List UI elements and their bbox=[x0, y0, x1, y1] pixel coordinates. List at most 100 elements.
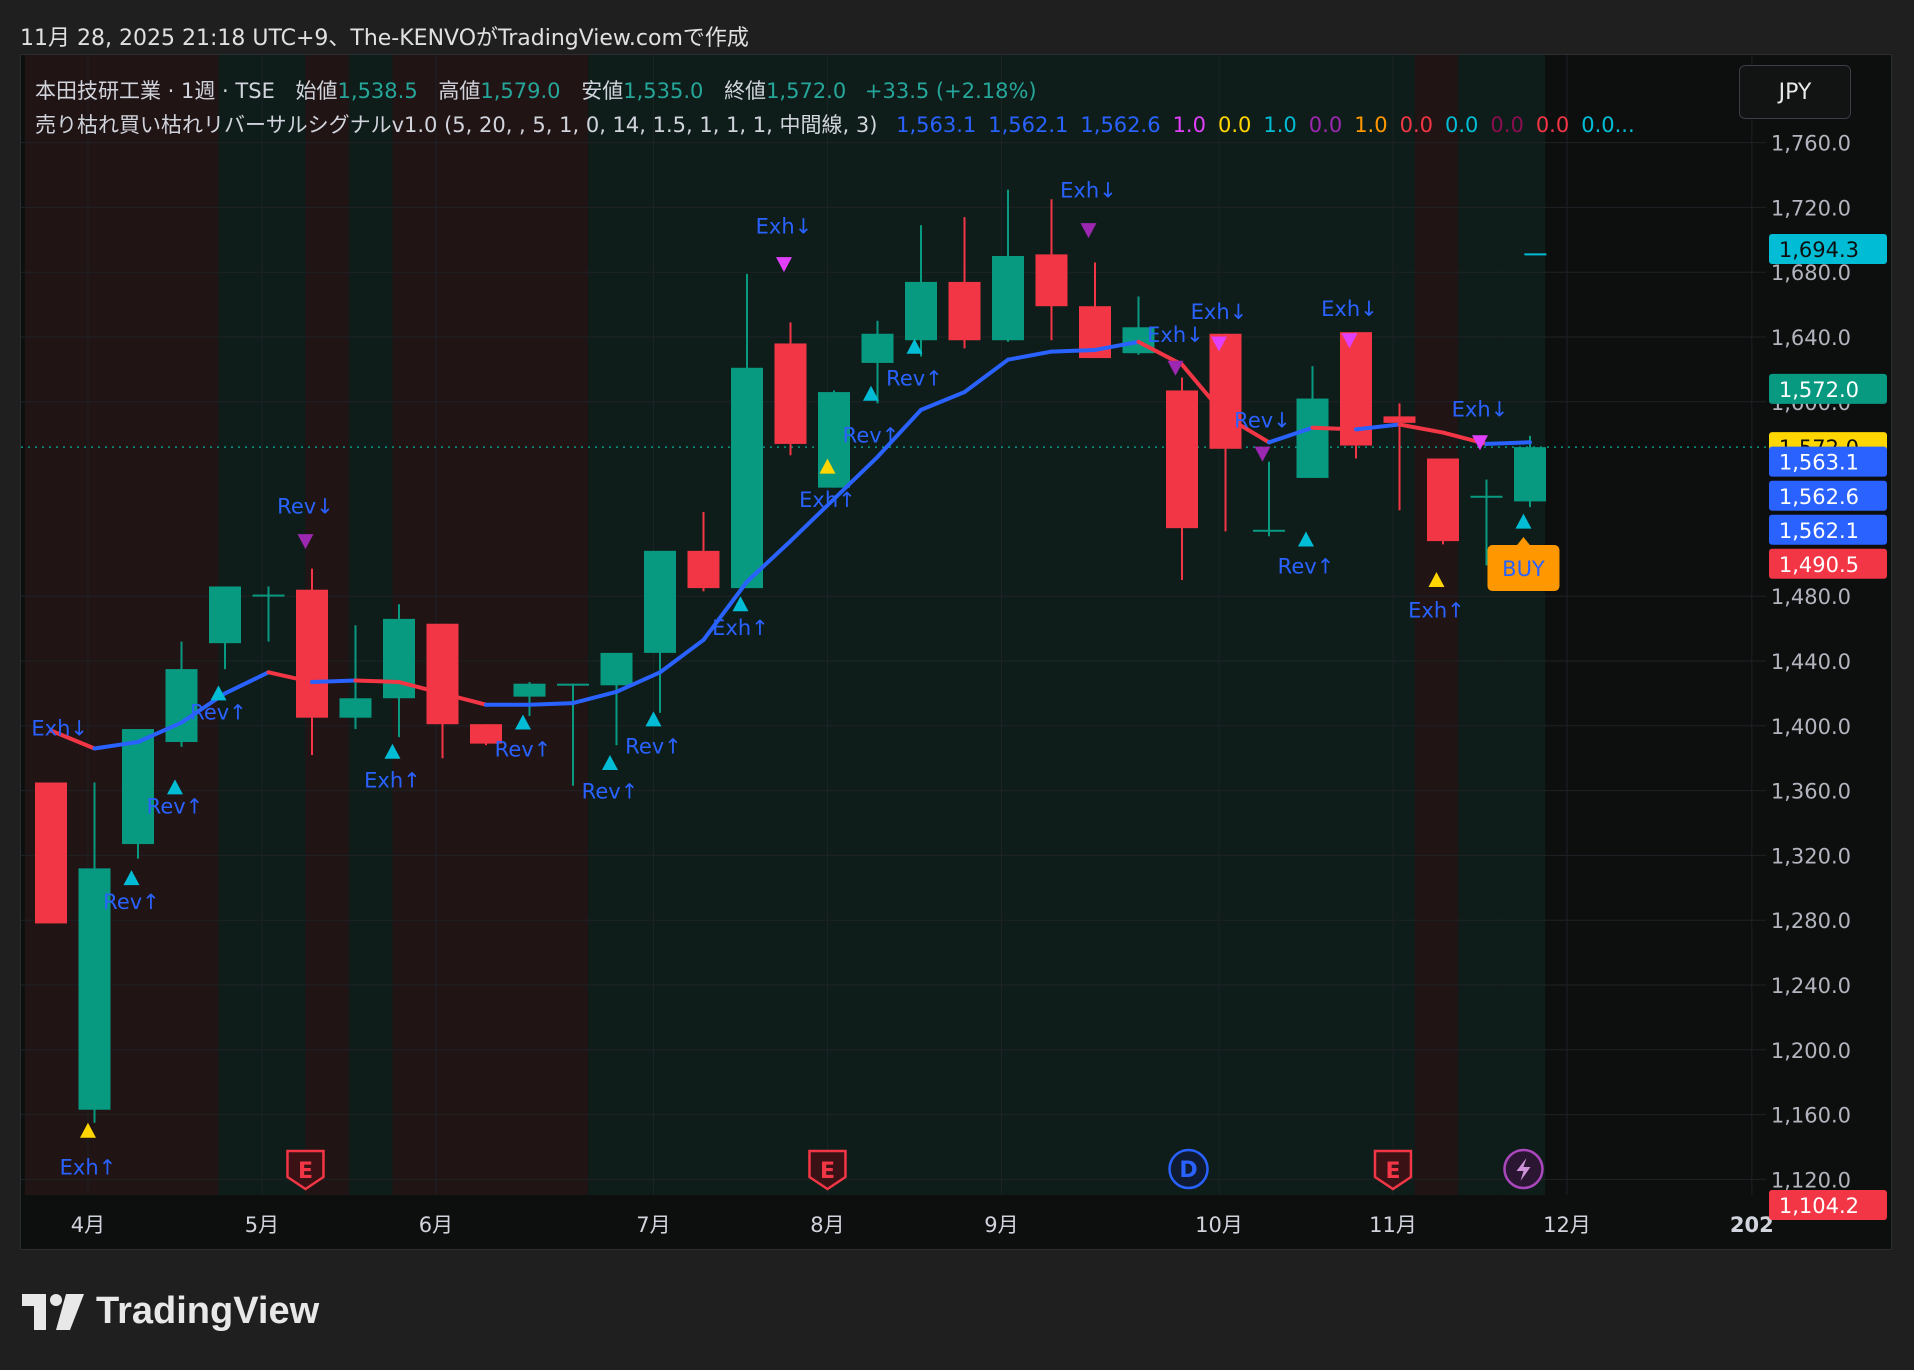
signal-label: Rev↑ bbox=[103, 890, 160, 914]
y-tick-label: 1,240.0 bbox=[1771, 974, 1851, 998]
indicator-value: 1.0 bbox=[1172, 113, 1206, 137]
legend-ohlc: 本田技研工業 · 1週 · TSE 始値1,538.5 高値1,579.0 安値… bbox=[35, 75, 1037, 105]
legend-change: +33.5 (+2.18%) bbox=[864, 79, 1037, 103]
tradingview-logo: TradingView bbox=[22, 1290, 319, 1333]
y-tick-label: 1,160.0 bbox=[1771, 1104, 1851, 1128]
y-tick-label: 1,760.0 bbox=[1771, 132, 1851, 156]
chart-frame[interactable]: Exh↓ Exh↑ Rev↑ Rev↑ Rev↑ Rev↓ Exh↑ Rev↑ Rev↑ Rev↑… bbox=[20, 54, 1892, 1250]
indicator-value: 1,562.1 bbox=[988, 113, 1069, 137]
signal-label: Exh↓ bbox=[1060, 179, 1117, 203]
legend-high-label: 高値 bbox=[438, 79, 481, 103]
x-tick-label: 5月 bbox=[245, 1213, 279, 1237]
x-tick-label: 10月 bbox=[1195, 1213, 1243, 1237]
indicator-value: 0.0 bbox=[1217, 113, 1252, 137]
ma-segment bbox=[1049, 347, 1097, 354]
x-tick-label: 12月 bbox=[1543, 1213, 1591, 1237]
signal-label: Rev↓ bbox=[1234, 409, 1291, 433]
indicator-value: 0.0... bbox=[1581, 113, 1635, 137]
y-tick-label: 1,440.0 bbox=[1771, 650, 1851, 674]
signal-label: Exh↓ bbox=[31, 717, 88, 741]
earnings-event-letter: E bbox=[298, 1159, 313, 1184]
signal-label: Exh↑ bbox=[712, 616, 769, 640]
signal-label: Rev↑ bbox=[886, 367, 943, 391]
candle-body bbox=[1035, 254, 1068, 307]
indicator-value: 0.0 bbox=[1445, 113, 1479, 137]
candle-body bbox=[557, 683, 589, 686]
legend-indicator[interactable]: 売り枯れ買い枯れリバーサルシグナルv1.0 (5, 20, , 5, 1, 0,… bbox=[35, 109, 1635, 139]
candle-body bbox=[1383, 416, 1416, 423]
signal-label: Rev↑ bbox=[147, 794, 204, 818]
brand-name: TradingView bbox=[96, 1290, 320, 1332]
ma-segment bbox=[527, 701, 575, 707]
earnings-event-letter: E bbox=[1385, 1159, 1400, 1184]
x-tick-label: 9月 bbox=[984, 1213, 1018, 1237]
signal-label: Rev↑ bbox=[1278, 555, 1335, 579]
bg-segment-bull bbox=[1458, 55, 1502, 1195]
ma-segment bbox=[1484, 440, 1532, 446]
x-tick-label: 202 bbox=[1730, 1213, 1774, 1237]
indicator-name: 売り枯れ買い枯れリバーサルシグナルv1.0 (5, 20, , 5, 1, 0,… bbox=[35, 113, 878, 137]
signal-label: Exh↑ bbox=[60, 1156, 117, 1180]
candle-body bbox=[905, 281, 937, 341]
x-tick-label: 11月 bbox=[1369, 1213, 1417, 1237]
signal-label: Exh↓ bbox=[1452, 397, 1509, 421]
indicator-values: 1,563.1 1,562.1 1,562.6 1.0 0.0 1.0 0.0 1.0 0.0 0… bbox=[884, 113, 1635, 137]
bg-segment-bear bbox=[1414, 55, 1459, 1195]
legend-low-label: 安値 bbox=[581, 79, 624, 103]
indicator-value: 0.0 bbox=[1399, 113, 1433, 137]
bg-segment-bull bbox=[1501, 55, 1546, 1195]
y-tick-label: 1,360.0 bbox=[1771, 780, 1851, 804]
price-axis-label: 1,104.2 bbox=[1779, 1194, 1859, 1218]
signal-label: Exh↑ bbox=[1408, 598, 1465, 622]
candle-body bbox=[948, 281, 981, 341]
candle-body bbox=[513, 683, 546, 697]
candle-body bbox=[122, 729, 154, 845]
indicator-value: 1,562.6 bbox=[1080, 113, 1161, 137]
x-tick-label: 7月 bbox=[636, 1213, 670, 1237]
tradingview-logo-icon bbox=[22, 1293, 84, 1330]
indicator-value: 0.0 bbox=[1308, 113, 1343, 137]
signal-label: Rev↓ bbox=[277, 495, 334, 519]
signal-label: Rev↑ bbox=[843, 423, 900, 447]
ma-segment bbox=[310, 678, 358, 685]
candle-body bbox=[296, 589, 328, 718]
x-tick-label: 6月 bbox=[419, 1213, 453, 1237]
y-tick-label: 1,120.0 bbox=[1771, 1168, 1851, 1192]
earnings-event-letter: E bbox=[820, 1159, 835, 1184]
candle-body bbox=[252, 594, 285, 597]
x-tick-label: 8月 bbox=[810, 1213, 844, 1237]
snapshot-caption: 11月 28, 2025 21:18 UTC+9、The-KENVOがTradi… bbox=[20, 26, 749, 51]
candle-body bbox=[774, 343, 807, 444]
indicator-value: 0.0 bbox=[1535, 113, 1570, 137]
signal-label: Exh↓ bbox=[756, 214, 813, 238]
ma-segment bbox=[1310, 425, 1358, 432]
y-tick-label: 1,680.0 bbox=[1771, 261, 1851, 285]
buy-marker-text: BUY bbox=[1502, 557, 1545, 581]
candle-body bbox=[861, 333, 894, 363]
signal-label: Rev↑ bbox=[582, 780, 639, 804]
price-axis-label: 1,562.1 bbox=[1779, 519, 1859, 543]
currency-button[interactable]: JPY bbox=[1739, 65, 1851, 119]
candle-body bbox=[339, 698, 372, 718]
y-tick-label: 1,320.0 bbox=[1771, 844, 1851, 868]
candle-body bbox=[644, 550, 676, 653]
candle-body bbox=[731, 367, 763, 589]
indicator-value: 0.0 bbox=[1490, 113, 1524, 137]
candle-body bbox=[600, 652, 633, 686]
candle-body bbox=[426, 623, 459, 725]
legend-close: 1,572.0 bbox=[766, 79, 847, 103]
y-tick-label: 1,720.0 bbox=[1771, 196, 1851, 220]
price-chart[interactable]: Exh↓ Exh↑ Rev↑ Rev↑ Rev↑ Rev↓ Exh↑ Rev↑ Rev↑ Rev↑… bbox=[21, 55, 1891, 1249]
signal-label: Exh↑ bbox=[799, 488, 856, 512]
signal-label: Exh↓ bbox=[1321, 297, 1378, 321]
candle-body bbox=[1296, 398, 1329, 478]
candle-body bbox=[992, 256, 1024, 341]
price-axis-label: 1,490.5 bbox=[1779, 553, 1859, 577]
signal-label: Rev↑ bbox=[190, 700, 247, 724]
price-axis-label: 1,572.0 bbox=[1779, 378, 1859, 402]
candle-body bbox=[209, 586, 241, 644]
signal-label: Rev↑ bbox=[625, 734, 682, 758]
candle-body bbox=[687, 550, 720, 589]
legend-open: 1,538.5 bbox=[337, 79, 418, 103]
candle-body bbox=[35, 782, 67, 924]
